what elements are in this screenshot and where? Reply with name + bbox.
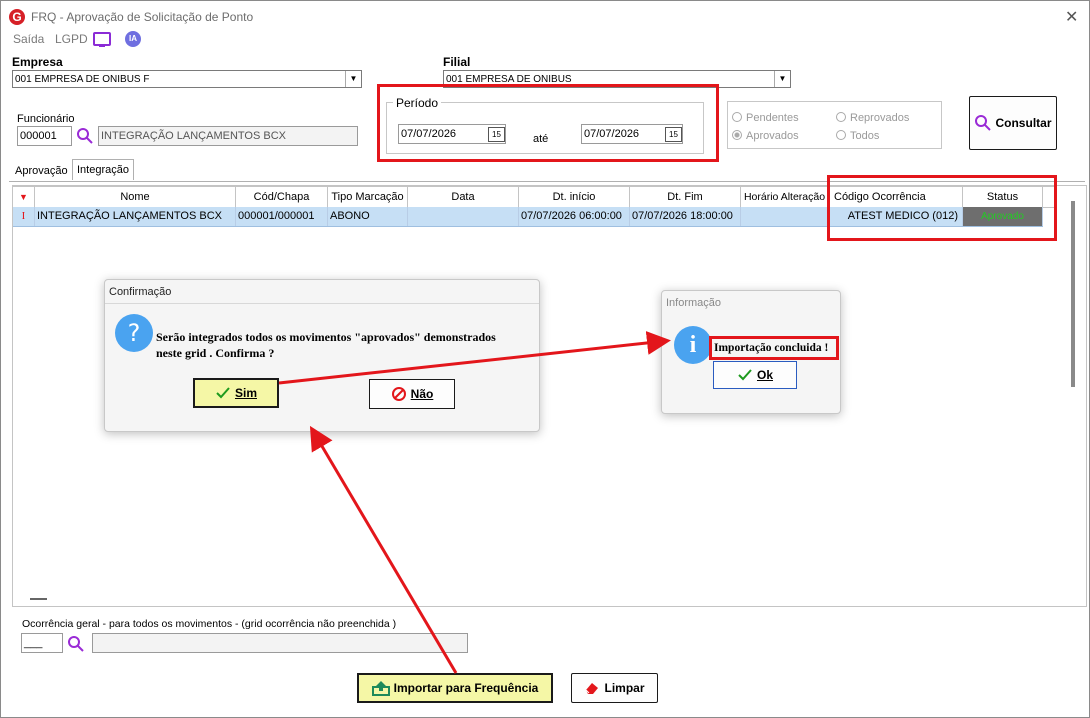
- app-logo-icon: G: [9, 9, 25, 25]
- ocorrencia-code-input[interactable]: ___: [21, 633, 63, 653]
- radio-aprovados[interactable]: Aprovados: [732, 130, 799, 142]
- confirmacao-line1: Serão integrados todos os movimentos "ap…: [156, 330, 496, 344]
- search-icon[interactable]: [76, 127, 94, 145]
- dialog-divider: [105, 303, 539, 304]
- empresa-select[interactable]: 001 EMPRESA DE ONIBUS F ▼: [12, 70, 362, 88]
- title-bar: G FRQ - Aprovação de Solicitação de Pont…: [1, 1, 1089, 31]
- col-dt-fim[interactable]: Dt. Fim: [630, 187, 741, 207]
- row-marker: I: [13, 207, 35, 226]
- confirmacao-title: Confirmação: [109, 286, 172, 298]
- menu-saida[interactable]: Saída: [13, 32, 44, 46]
- ocorrencia-geral-label: Ocorrência geral - para todos os movimen…: [22, 618, 397, 630]
- grid-splitter-handle[interactable]: [30, 598, 47, 600]
- codigo-status-highlight: [827, 175, 1057, 241]
- col-horario-alteracao[interactable]: Horário Alteração: [741, 187, 829, 207]
- funcionario-code-input[interactable]: 000001: [17, 126, 72, 146]
- check-icon: [738, 369, 752, 381]
- col-nome[interactable]: Nome: [35, 187, 236, 207]
- funcionario-label: Funcionário: [17, 113, 75, 125]
- grid-sort-icon[interactable]: ▼: [13, 187, 35, 207]
- filial-label: Filial: [443, 55, 471, 69]
- info-icon: i: [674, 326, 712, 364]
- col-dt-inicio[interactable]: Dt. início: [519, 187, 630, 207]
- informacao-highlight: [709, 336, 839, 360]
- cell-tipo: ABONO: [328, 207, 408, 226]
- main-window: G FRQ - Aprovação de Solicitação de Pont…: [0, 0, 1090, 718]
- radio-aprovados-label: Aprovados: [746, 130, 799, 142]
- monitor-stand-icon: [99, 45, 105, 47]
- importar-frequencia-button[interactable]: Importar para Frequência: [357, 673, 553, 703]
- cell-horario: [741, 207, 829, 226]
- chevron-down-icon[interactable]: ▼: [345, 71, 361, 87]
- confirmacao-dialog: Confirmação ? Serão integrados todos os …: [104, 279, 540, 432]
- ia-icon[interactable]: IA: [125, 31, 141, 47]
- search-icon[interactable]: [67, 635, 85, 653]
- menu-lgpd[interactable]: LGPD: [55, 32, 88, 46]
- nao-label: Não: [410, 387, 434, 401]
- ok-button[interactable]: Ok: [713, 361, 797, 389]
- cell-cod-chapa: 000001/000001: [236, 207, 328, 226]
- radio-pendentes[interactable]: Pendentes: [732, 112, 799, 124]
- radio-pendentes-label: Pendentes: [746, 112, 799, 124]
- nao-button[interactable]: Não: [369, 379, 455, 409]
- limpar-button[interactable]: Limpar: [571, 673, 658, 703]
- forbidden-icon: [391, 387, 406, 401]
- col-cod-chapa[interactable]: Cód/Chapa: [236, 187, 328, 207]
- sim-label: Sim: [234, 386, 257, 400]
- radio-circle-icon: [732, 112, 742, 122]
- radio-reprovados[interactable]: Reprovados: [836, 112, 909, 124]
- radio-todos[interactable]: Todos: [836, 130, 879, 142]
- tab-integracao[interactable]: Integração: [72, 159, 134, 180]
- importar-label: Importar para Frequência: [393, 681, 539, 695]
- empresa-label: Empresa: [12, 55, 63, 69]
- col-data[interactable]: Data: [408, 187, 519, 207]
- cell-dt-inicio: 07/07/2026 06:00:00: [519, 207, 630, 226]
- radio-circle-icon: [836, 112, 846, 122]
- col-tipo-marcacao[interactable]: Tipo Marcação: [328, 187, 408, 207]
- cell-dt-fim: 07/07/2026 18:00:00: [630, 207, 741, 226]
- question-icon: ?: [115, 314, 153, 352]
- upload-icon: [371, 681, 390, 696]
- search-icon: [975, 115, 992, 131]
- radio-circle-icon: [836, 130, 846, 140]
- chevron-down-icon[interactable]: ▼: [774, 71, 790, 87]
- close-icon[interactable]: ✕: [1065, 7, 1078, 27]
- cell-nome: INTEGRAÇÃO LANÇAMENTOS BCX: [35, 207, 236, 226]
- periodo-highlight: [377, 84, 719, 162]
- ok-label: Ok: [756, 368, 773, 382]
- sim-button[interactable]: Sim: [193, 378, 279, 408]
- tab-aprovacao[interactable]: Aprovação: [11, 161, 72, 181]
- funcionario-name-field: INTEGRAÇÃO LANÇAMENTOS BCX: [98, 126, 358, 146]
- radio-selected-icon: [732, 130, 742, 140]
- informacao-dialog: Informação i Importação concluida ! Ok: [661, 290, 841, 414]
- radio-reprovados-label: Reprovados: [850, 112, 910, 124]
- consultar-label: Consultar: [995, 116, 1052, 130]
- empresa-value: 001 EMPRESA DE ONIBUS F: [15, 74, 150, 85]
- eraser-icon: [586, 683, 599, 694]
- radio-todos-label: Todos: [850, 130, 880, 142]
- consultar-button[interactable]: Consultar: [969, 96, 1057, 150]
- confirmacao-line2: neste grid . Confirma ?: [156, 346, 275, 360]
- ocorrencia-desc-field: [92, 633, 468, 653]
- monitor-icon[interactable]: [93, 32, 111, 46]
- window-title: FRQ - Aprovação de Solicitação de Ponto: [31, 10, 254, 24]
- check-icon: [216, 387, 230, 399]
- vertical-scrollbar[interactable]: [1071, 201, 1075, 387]
- informacao-title: Informação: [666, 297, 722, 309]
- cell-data: [408, 207, 519, 226]
- limpar-label: Limpar: [604, 681, 645, 695]
